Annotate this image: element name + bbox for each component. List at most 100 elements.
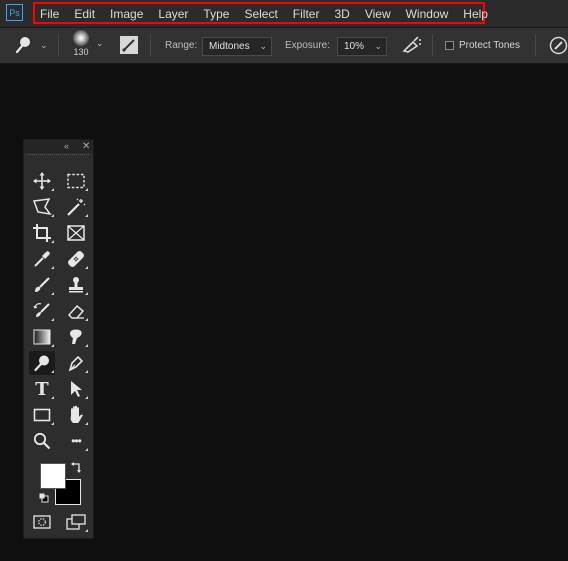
range-dropdown[interactable]: Midtones ⌄ [202, 37, 272, 56]
healing-brush-tool[interactable] [63, 247, 89, 271]
submenu-triangle [51, 318, 54, 321]
zoom-tool[interactable] [29, 429, 55, 453]
foreground-color-swatch[interactable] [40, 463, 66, 489]
submenu-triangle [85, 422, 88, 425]
eraser-tool[interactable] [63, 299, 89, 323]
photoshop-logo[interactable]: Ps [6, 4, 23, 21]
submenu-triangle [85, 396, 88, 399]
menu-items: File Edit Image Layer Type Select Filter… [40, 0, 503, 27]
clone-stamp-tool[interactable] [63, 273, 89, 297]
brush-settings-icon [120, 36, 138, 54]
stamp-icon [69, 277, 83, 293]
hand-icon [70, 405, 83, 423]
gradient-tool[interactable] [29, 325, 55, 349]
eraser-icon [67, 304, 85, 319]
exposure-input[interactable]: 10% ⌄ [337, 37, 387, 56]
default-colors-icon[interactable] [39, 493, 49, 503]
submenu-triangle [51, 370, 54, 373]
pressure-toggle[interactable] [549, 36, 568, 55]
menu-edit[interactable]: Edit [74, 7, 95, 21]
magic-wand-icon [67, 198, 86, 216]
submenu-triangle [85, 214, 88, 217]
range-value: Midtones [209, 41, 250, 52]
submenu-triangle [85, 529, 88, 532]
smudge-tool[interactable] [63, 325, 89, 349]
tools-panel: « ✕ T ••• [23, 139, 94, 539]
range-label: Range: [165, 40, 198, 51]
submenu-triangle [51, 292, 54, 295]
brush-tool[interactable] [29, 273, 55, 297]
quick-mask-mode-button[interactable] [29, 510, 55, 534]
menu-bar: Ps File Edit Image Layer Type Select Fil… [0, 0, 568, 28]
tool-preset-picker[interactable]: ⌄ [14, 36, 48, 54]
chevron-down-icon: ⌄ [374, 41, 382, 51]
menu-view[interactable]: View [365, 7, 391, 21]
eyedropper-icon [34, 251, 50, 267]
path-selection-tool[interactable] [63, 377, 89, 401]
brush-settings-button[interactable] [120, 36, 138, 54]
quick-mask-icon [33, 515, 51, 529]
exposure-value: 10% [344, 41, 365, 52]
history-brush-tool[interactable] [29, 299, 55, 323]
submenu-triangle [51, 188, 54, 191]
airbrush-icon [402, 36, 421, 53]
crop-icon [33, 224, 51, 242]
protect-tones-label[interactable]: Protect Tones [459, 40, 520, 51]
eyedropper-tool[interactable] [29, 247, 55, 271]
polygonal-lasso-icon [32, 198, 52, 216]
move-tool[interactable] [29, 169, 55, 193]
gradient-icon [33, 329, 51, 345]
screen-mode-icon [66, 514, 86, 530]
frame-icon [67, 225, 85, 241]
submenu-triangle [85, 188, 88, 191]
pen-tool[interactable] [63, 351, 89, 375]
screen-mode-button[interactable] [63, 510, 89, 534]
more-icon: ••• [71, 434, 82, 448]
swap-colors-icon[interactable] [71, 462, 82, 473]
tools-panel-header[interactable]: « ✕ [24, 140, 93, 153]
submenu-triangle [51, 396, 54, 399]
dodge-tool[interactable] [29, 351, 55, 375]
move-icon [33, 172, 51, 190]
airbrush-toggle[interactable] [401, 36, 423, 54]
frame-tool[interactable] [63, 221, 89, 245]
type-icon: T [35, 378, 49, 400]
magic-wand-tool[interactable] [63, 195, 89, 219]
menu-window[interactable]: Window [406, 7, 449, 21]
brush-picker[interactable]: 130 [68, 30, 94, 57]
hand-tool[interactable] [63, 403, 89, 427]
crop-tool[interactable] [29, 221, 55, 245]
collapse-icon[interactable]: « [64, 140, 69, 153]
menu-file[interactable]: File [40, 7, 59, 21]
options-bar: ⌄ 130 ⌄ Range: Midtones ⌄ Exposure: 10% … [0, 28, 568, 64]
menu-help[interactable]: Help [463, 7, 488, 21]
submenu-triangle [51, 214, 54, 217]
submenu-triangle [51, 344, 54, 347]
menu-image[interactable]: Image [110, 7, 143, 21]
pen-nib-icon [68, 355, 84, 372]
panel-grip[interactable] [28, 154, 89, 160]
protect-tones-checkbox[interactable] [445, 41, 454, 50]
type-tool[interactable]: T [29, 377, 55, 401]
smudge-finger-icon [69, 329, 82, 344]
submenu-triangle [85, 318, 88, 321]
submenu-triangle [85, 292, 88, 295]
menu-layer[interactable]: Layer [158, 7, 188, 21]
dodge-icon [34, 355, 49, 372]
menu-filter[interactable]: Filter [293, 7, 320, 21]
brush-chevron-icon[interactable]: ⌄ [96, 38, 104, 49]
marquee-tool[interactable] [63, 169, 89, 193]
submenu-triangle [51, 240, 54, 243]
dodge-icon [15, 37, 30, 54]
close-icon[interactable]: ✕ [82, 140, 90, 153]
edit-toolbar-tool[interactable]: ••• [63, 429, 89, 453]
menu-select[interactable]: Select [244, 7, 277, 21]
lasso-tool[interactable] [29, 195, 55, 219]
menu-type[interactable]: Type [203, 7, 229, 21]
brush-tip-icon [73, 30, 89, 46]
rectangle-tool[interactable] [29, 403, 55, 427]
separator [150, 34, 151, 56]
menu-3d[interactable]: 3D [334, 7, 349, 21]
submenu-triangle [51, 422, 54, 425]
brush-size-label: 130 [73, 47, 89, 57]
